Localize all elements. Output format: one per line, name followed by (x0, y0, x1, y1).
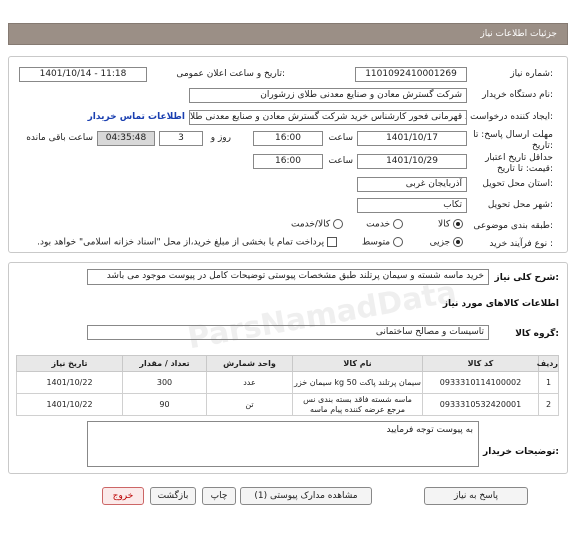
days-label: روز و (210, 133, 231, 143)
province-label: استان محل تحویل: (482, 179, 553, 189)
deadline-time-label: ساعت (328, 133, 354, 143)
treasury-payment-option[interactable]: پرداخت تمام یا بخشی از مبلغ خرید،از محل … (37, 237, 337, 248)
goods-group-label: گروه کالا: (515, 329, 559, 339)
page-title: جزئیات اطلاعات نیاز (480, 29, 557, 39)
remaining-time-label: ساعت باقی مانده (26, 133, 93, 143)
need-info-panel: شماره نیاز: 1101092410001269 تاریخ و ساع… (8, 56, 568, 253)
cell-unit: عدد (206, 371, 293, 394)
process-minor-label: جزیی (429, 237, 451, 248)
cell-date: 1401/10/22 (16, 393, 123, 416)
category-option-both[interactable]: کالا/خدمت (291, 219, 343, 230)
cell-name: سیمان پرتلند پاکت 50 kg سیمان خزر (292, 371, 423, 394)
buyer-org-label: نام دستگاه خریدار: (482, 90, 553, 100)
validity-label: حداقل تاریخ اعتبار قیمت: تا تاریخ: (485, 153, 553, 174)
category-service-label: خدمت (366, 219, 391, 230)
category-goods-label: کالا (437, 219, 451, 230)
remaining-time-field: 04:35:48 (97, 131, 155, 146)
goods-table-wrap: ردیف کد کالا نام کالا واحد شمارش تعداد /… (16, 355, 559, 416)
announce-datetime-field: 1401/10/14 - 11:18 (19, 67, 147, 82)
table-row: 1 0933310114100002 سیمان پرتلند پاکت 50 … (16, 371, 559, 394)
validity-date-field: 1401/10/29 (357, 154, 467, 169)
category-goods-radio[interactable] (453, 219, 463, 229)
goods-section-title: اطلاعات کالاهای مورد نیاز (442, 299, 559, 309)
cell-row: 1 (538, 371, 559, 394)
category-both-radio[interactable] (333, 219, 343, 229)
process-medium-radio[interactable] (393, 237, 403, 247)
page-header-bar: جزئیات اطلاعات نیاز (8, 23, 568, 45)
buyer-notes-label: توضیحات خریدار: (483, 447, 559, 457)
cell-name: ماسه شسته فاقد بسته بندی نس مرجع عرضه کن… (292, 393, 423, 416)
deadline-label: مهلت ارسال پاسخ: تا تاریخ: (473, 130, 553, 151)
description-field: خرید ماسه شسته و سیمان پرتلند طبق مشخصات… (87, 269, 489, 285)
exit-button[interactable]: خروج (102, 487, 144, 505)
need-number-field: 1101092410001269 (355, 67, 467, 82)
col-qty: تعداد / مقدار (122, 355, 207, 372)
city-field: تکاب (357, 198, 467, 213)
col-code: کد کالا (422, 355, 539, 372)
cell-code: 0933310114100002 (422, 371, 539, 394)
cell-unit: تن (206, 393, 293, 416)
buyer-org-field: شرکت گسترش معادن و صنایع معدنی طلای زرشو… (189, 88, 467, 103)
col-name: نام کالا (292, 355, 423, 372)
process-minor-radio[interactable] (453, 237, 463, 247)
description-label: شرح کلی نیاز: (494, 273, 559, 283)
city-label: شهر محل تحویل: (487, 200, 553, 210)
back-button[interactable]: بازگشت (150, 487, 196, 505)
creator-field: صمد قهرمانی فحور کارشناس خرید شرکت گسترش… (189, 110, 467, 125)
cell-qty: 90 (122, 393, 207, 416)
reply-button[interactable]: پاسخ به نیاز (424, 487, 528, 505)
print-button[interactable]: چاپ (202, 487, 236, 505)
deadline-time-field: 16:00 (253, 131, 323, 146)
creator-label: ایجاد کننده درخواست: (470, 112, 553, 122)
need-details-panel: شرح کلی نیاز: خرید ماسه شسته و سیمان پرت… (8, 262, 568, 474)
treasury-payment-checkbox[interactable] (327, 237, 337, 247)
category-service-radio[interactable] (393, 219, 403, 229)
days-remaining-field: 3 (159, 131, 203, 146)
validity-time-field: 16:00 (253, 154, 323, 169)
category-both-label: کالا/خدمت (290, 219, 331, 230)
goods-table-header: ردیف کد کالا نام کالا واحد شمارش تعداد /… (16, 355, 559, 372)
cell-row: 2 (538, 393, 559, 416)
col-row: ردیف (537, 355, 559, 372)
view-attachments-button[interactable]: مشاهده مدارک پیوستی (1) (240, 487, 372, 505)
category-option-service[interactable]: خدمت (366, 219, 403, 230)
buyer-contact-link[interactable]: اطلاعات تماس خریدار (88, 112, 185, 122)
process-medium-label: متوسط (361, 237, 391, 248)
process-option-minor[interactable]: جزیی (430, 237, 463, 248)
cell-date: 1401/10/22 (16, 371, 123, 394)
treasury-payment-note: پرداخت تمام یا بخشی از مبلغ خرید،از محل … (37, 237, 325, 248)
goods-group-field: تاسیسات و مصالح ساختمانی (87, 325, 489, 340)
process-option-medium[interactable]: متوسط (362, 237, 403, 248)
cell-qty: 300 (122, 371, 207, 394)
announce-datetime-label: تاریخ و ساعت اعلان عمومی: (176, 69, 285, 79)
process-type-label: نوع فرآیند خرید : (489, 239, 553, 249)
col-date: تاریخ نیاز (16, 355, 123, 372)
goods-table: ردیف کد کالا نام کالا واحد شمارش تعداد /… (16, 355, 559, 416)
buyer-notes-field: به پیوست توجه فرمایید (87, 421, 479, 467)
table-row: 2 0933310532420001 ماسه شسته فاقد بسته ب… (16, 393, 559, 416)
validity-time-label: ساعت (328, 156, 354, 166)
buyer-notes-text: به پیوست توجه فرمایید (386, 425, 473, 435)
category-option-goods[interactable]: کالا (438, 219, 463, 230)
category-label: طبقه بندی موضوعی: (473, 221, 553, 231)
col-unit: واحد شمارش (206, 355, 293, 372)
cell-code: 0933310532420001 (422, 393, 539, 416)
need-number-label: شماره نیاز: (510, 69, 553, 79)
province-field: آذربایجان غربی (357, 177, 467, 192)
deadline-date-field: 1401/10/17 (357, 131, 467, 146)
